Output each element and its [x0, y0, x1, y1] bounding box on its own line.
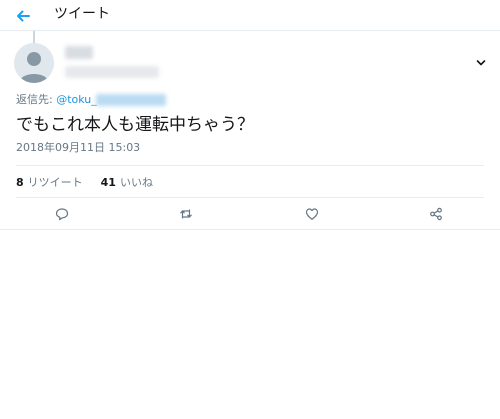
- author-name-redacted: [65, 46, 93, 59]
- retweet-count-number: 8: [16, 176, 24, 189]
- tweet-timestamp: 2018年09月11日 15:03: [16, 141, 141, 154]
- avatar[interactable]: [14, 43, 54, 83]
- like-count-number: 41: [100, 176, 116, 189]
- retweet-count[interactable]: 8 リツイート: [16, 176, 83, 190]
- mention-redacted: [96, 94, 166, 106]
- chevron-down-icon[interactable]: [476, 52, 486, 66]
- divider: [16, 165, 484, 166]
- tweet-bottom-border: [0, 229, 500, 230]
- divider: [16, 197, 484, 198]
- retweet-count-label: リツイート: [27, 176, 83, 189]
- like-icon[interactable]: [305, 207, 319, 221]
- author-handle-redacted: [65, 66, 159, 78]
- like-count[interactable]: 41 いいね: [101, 176, 153, 190]
- thread-line: [33, 31, 35, 43]
- reply-to-mention[interactable]: @toku_: [56, 93, 97, 106]
- back-arrow-icon[interactable]: [13, 6, 33, 26]
- top-bar: ツイート: [0, 0, 500, 31]
- page-title: ツイート: [54, 6, 110, 22]
- reply-to-label: 返信先:: [16, 93, 57, 106]
- retweet-icon[interactable]: [179, 207, 193, 221]
- tweet-stats: 8 リツイート 41 いいね: [16, 176, 153, 190]
- tweet-text: でもこれ本人も運転中ちゃう？: [16, 115, 254, 135]
- reply-icon[interactable]: [55, 207, 69, 221]
- share-icon[interactable]: [429, 207, 443, 221]
- reply-to-line: 返信先: @toku_: [16, 93, 97, 107]
- like-count-label: いいね: [119, 176, 153, 189]
